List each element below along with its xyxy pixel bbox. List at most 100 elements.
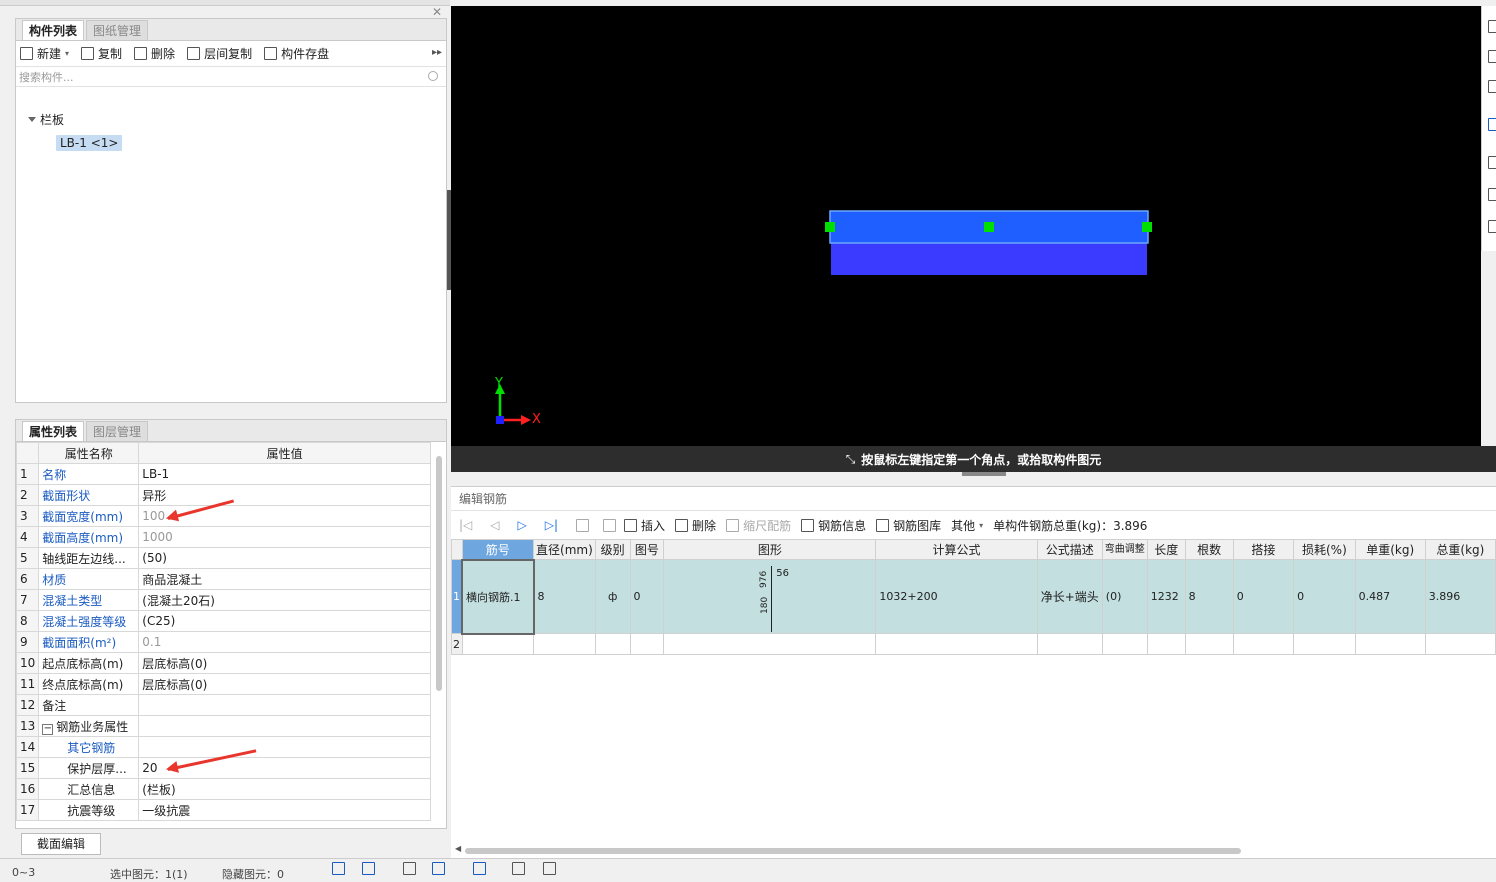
viewport-status-bar: ⤡ 按鼠标左键指定第一个角点，或拾取构件图元 bbox=[451, 446, 1496, 472]
info-icon bbox=[801, 518, 815, 532]
shape-top-value: 56 bbox=[776, 568, 790, 579]
edit-tool-icon[interactable] bbox=[543, 862, 556, 875]
tool-icon[interactable] bbox=[1488, 50, 1496, 63]
bottom-status-bar: 0~3 选中图元：1(1) 隐藏图元：0 bbox=[0, 858, 1496, 881]
snap-tool-icon[interactable] bbox=[473, 862, 486, 875]
next-icon[interactable]: ▷ bbox=[518, 518, 527, 532]
tool-icon[interactable] bbox=[1488, 20, 1496, 33]
table-row[interactable]: 9 截面面积(m²) 0.1 bbox=[16, 631, 431, 653]
delete-button[interactable]: 删除 bbox=[134, 45, 175, 62]
shape-length-value: 976 bbox=[759, 570, 770, 588]
rebar-header: 筋号 直径(mm) 级别 图号 图形 计算公式 公式描述 弯曲调整 长度 根数 … bbox=[451, 539, 1496, 560]
tool-icon[interactable] bbox=[1488, 80, 1496, 93]
search-input[interactable]: 搜索构件... bbox=[16, 67, 446, 87]
scroll-left-icon[interactable]: ◀ bbox=[455, 844, 461, 853]
tab-component-list[interactable]: 构件列表 bbox=[22, 20, 85, 40]
dropdown-icon: ▾ bbox=[65, 49, 70, 58]
insert-icon bbox=[624, 518, 638, 532]
other-dropdown[interactable]: 其他 ▾ bbox=[951, 517, 983, 534]
insert-button[interactable]: 插入 bbox=[624, 517, 665, 534]
table-row[interactable]: 1 名称 LB-1 bbox=[16, 463, 431, 485]
line-tool-icon[interactable] bbox=[432, 862, 445, 875]
last-icon[interactable]: ▷| bbox=[545, 518, 558, 532]
axis-x-label: X bbox=[532, 412, 541, 427]
tool-icon[interactable] bbox=[1488, 118, 1496, 131]
axis-x-arrow bbox=[521, 415, 531, 425]
tool-icon[interactable] bbox=[1488, 188, 1496, 201]
close-icon[interactable]: ✕ bbox=[432, 5, 442, 19]
new-icon bbox=[20, 47, 33, 60]
collapse-icon[interactable]: − bbox=[42, 723, 54, 735]
property-scrollbar[interactable] bbox=[436, 456, 442, 691]
more-icon[interactable]: ▸▸ bbox=[432, 47, 442, 58]
grip-mid[interactable] bbox=[984, 222, 994, 232]
header-bar-no: 筋号 bbox=[461, 539, 535, 560]
header-value: 属性值 bbox=[138, 442, 431, 464]
parapet-slab-side[interactable] bbox=[831, 243, 1147, 275]
close-icon[interactable]: ✕ bbox=[432, 419, 442, 420]
bar-name-cell[interactable]: 横向钢筋.1 bbox=[461, 558, 535, 635]
tree-node-parapet[interactable]: 栏板 bbox=[28, 111, 64, 128]
right-tool-strip bbox=[1481, 6, 1496, 251]
axis-y-label: Y bbox=[495, 376, 503, 391]
total-weight-label: 单构件钢筋总重(kg)：3.896 bbox=[993, 518, 1148, 533]
search-icon[interactable] bbox=[428, 71, 438, 81]
table-row[interactable]: 6 材质 商品混凝土 bbox=[16, 568, 431, 590]
table-row[interactable]: 7 混凝土类型 (混凝土20石) bbox=[16, 589, 431, 611]
drawing-viewport[interactable]: Y X bbox=[451, 6, 1481, 446]
save-component-button[interactable]: 构件存盘 bbox=[264, 45, 329, 62]
section-edit-button[interactable]: 截面编辑 bbox=[21, 833, 101, 855]
delete-rebar-button[interactable]: 删除 bbox=[675, 517, 716, 534]
table-row[interactable]: 2 bbox=[451, 633, 1496, 655]
tab-drawing-management[interactable]: 图纸管理 bbox=[86, 20, 149, 40]
table-row[interactable]: 17 抗震等级 一级抗震 bbox=[16, 799, 431, 821]
grip-left[interactable] bbox=[825, 222, 835, 232]
select-tool-icon[interactable] bbox=[332, 862, 345, 875]
rebar-table: 筋号 直径(mm) 级别 图号 图形 计算公式 公式描述 弯曲调整 长度 根数 … bbox=[451, 539, 1496, 655]
rebar-library-button[interactable]: 钢筋图库 bbox=[876, 517, 941, 534]
property-table: 属性名称 属性值 1 名称 LB-1 2 截面形状 异形 3 截面宽度(mm) 100 4截… bbox=[16, 442, 431, 821]
table-row[interactable]: 15 保护层厚... 20 bbox=[16, 757, 431, 779]
tab-layer-management[interactable]: 图层管理 bbox=[86, 421, 149, 441]
scale-rebar-button[interactable]: 缩尺配筋 bbox=[726, 517, 791, 534]
floor-copy-button[interactable]: 层间复制 bbox=[187, 45, 252, 62]
cross-select-icon[interactable] bbox=[403, 862, 416, 875]
viewport-svg bbox=[495, 210, 1152, 425]
new-button[interactable]: 新建 ▾ bbox=[20, 45, 69, 62]
move-down-icon[interactable] bbox=[603, 518, 617, 532]
shape-cell[interactable]: 56 976 180 bbox=[663, 559, 877, 634]
table-row[interactable]: 10 起点底标高(m) 层底标高(0) bbox=[16, 652, 431, 674]
table-row[interactable]: 4 截面高度(mm) 1000 bbox=[16, 526, 431, 548]
library-icon bbox=[876, 518, 890, 532]
top-strip bbox=[0, 0, 450, 6]
tab-property-list[interactable]: 属性列表 bbox=[22, 421, 85, 441]
splitter-grip[interactable] bbox=[962, 472, 1006, 476]
prev-icon[interactable]: ◁ bbox=[490, 518, 499, 532]
table-row[interactable]: 14 其它钢筋 bbox=[16, 736, 431, 758]
floor-copy-icon bbox=[187, 47, 201, 60]
first-icon[interactable]: |◁ bbox=[459, 518, 472, 532]
table-row[interactable]: 3 截面宽度(mm) 100 bbox=[16, 505, 431, 527]
table-row[interactable]: 5 轴线距左边线... (50) bbox=[16, 547, 431, 569]
table-row[interactable]: 13− 钢筋业务属性 bbox=[16, 715, 431, 737]
tool-icon[interactable] bbox=[1488, 220, 1496, 233]
rebar-editor-title: 编辑钢筋 bbox=[451, 487, 1496, 511]
rebar-info-button[interactable]: 钢筋信息 bbox=[801, 517, 866, 534]
table-row[interactable]: 11 终点底标高(m) 层底标高(0) bbox=[16, 673, 431, 695]
move-up-icon[interactable] bbox=[576, 518, 590, 532]
axis-origin bbox=[496, 416, 504, 424]
grip-right[interactable] bbox=[1142, 222, 1152, 232]
component-tabs: 构件列表 图纸管理 bbox=[16, 19, 446, 41]
tool-icon[interactable] bbox=[1488, 156, 1496, 169]
copy-button[interactable]: 复制 bbox=[81, 45, 122, 62]
rebar-h-scrollbar[interactable] bbox=[465, 848, 1241, 854]
expand-icon[interactable] bbox=[28, 117, 36, 122]
table-row[interactable]: 1 横向钢筋.1 8 ф 0 56 976 180 1032+200 净长+端头… bbox=[451, 558, 1496, 635]
box-select-icon[interactable] bbox=[362, 862, 375, 875]
tree-node-lb1[interactable]: LB-1 <1> bbox=[56, 135, 123, 151]
table-row[interactable]: 16 汇总信息 (栏板) bbox=[16, 778, 431, 800]
table-row[interactable]: 12 备注 bbox=[16, 694, 431, 716]
layer-tool-icon[interactable] bbox=[512, 862, 525, 875]
table-row[interactable]: 8 混凝土强度等级 (C25) bbox=[16, 610, 431, 632]
rebar-toolbar: |◁ ◁ ▷ ▷| 插入 删除 缩尺配筋 钢筋信息 钢筋图库 其他 ▾ 单构件钢筋… bbox=[451, 511, 1496, 539]
